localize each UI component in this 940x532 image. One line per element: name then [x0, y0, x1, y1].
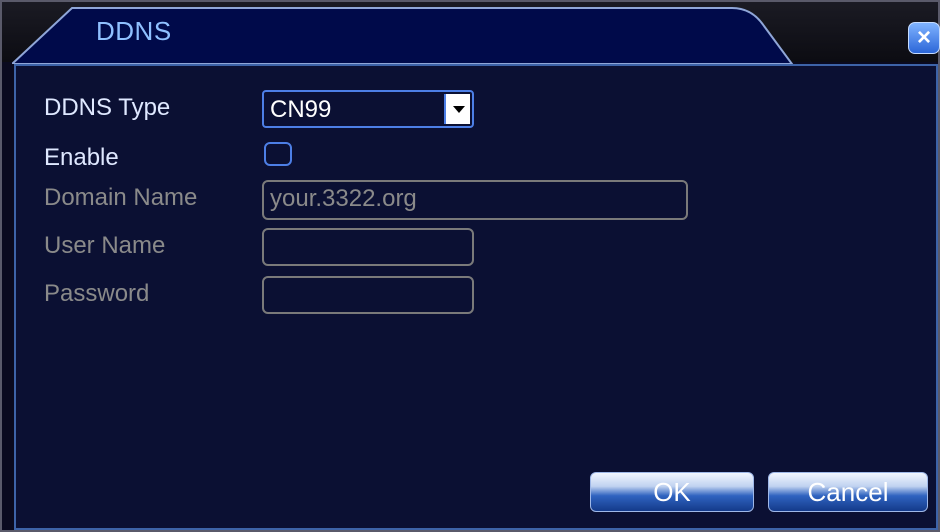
- ddns-type-value: CN99: [270, 96, 332, 123]
- enable-label: Enable: [44, 144, 119, 171]
- password-field[interactable]: [262, 276, 474, 314]
- user-name-label: User Name: [44, 232, 166, 259]
- enable-checkbox[interactable]: [264, 142, 292, 166]
- ddns-panel: DDNS Type CN99 Enable Domain Name your.3…: [14, 64, 938, 530]
- user-name-field[interactable]: [262, 228, 474, 266]
- chevron-down-icon[interactable]: [444, 94, 470, 124]
- ok-button[interactable]: OK: [590, 472, 754, 512]
- ddns-dialog: DDNS × DDNS Type CN99 Enable Domain Name…: [0, 0, 940, 532]
- domain-name-label: Domain Name: [44, 184, 198, 211]
- ddns-type-select[interactable]: CN99: [262, 90, 474, 128]
- ddns-type-label: DDNS Type: [44, 94, 171, 121]
- password-label: Password: [44, 280, 150, 307]
- close-button[interactable]: ×: [908, 22, 940, 54]
- title-bar: DDNS ×: [2, 2, 940, 64]
- close-icon: ×: [916, 24, 931, 51]
- window-title: DDNS: [96, 16, 172, 46]
- cancel-button[interactable]: Cancel: [768, 472, 928, 512]
- domain-name-field[interactable]: your.3322.org: [262, 180, 688, 220]
